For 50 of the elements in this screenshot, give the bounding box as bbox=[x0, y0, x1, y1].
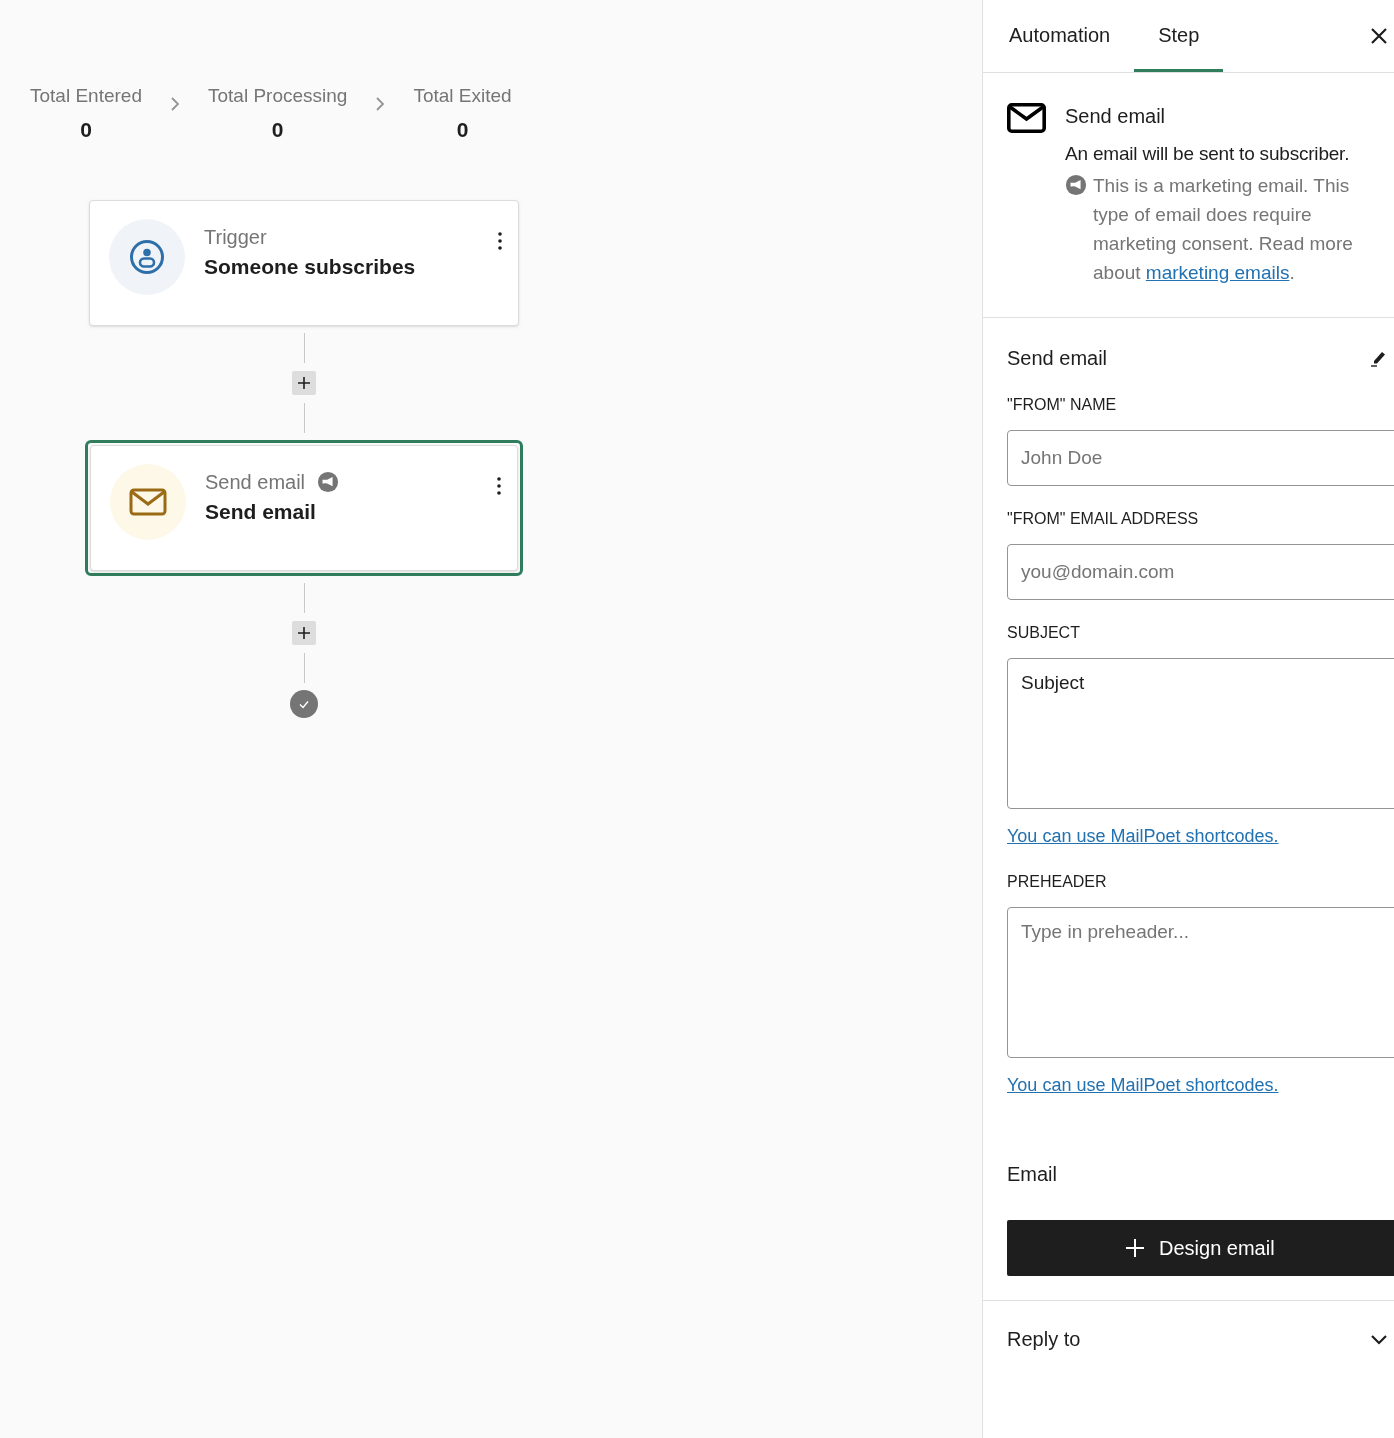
step-title: Someone subscribes bbox=[204, 254, 416, 280]
step-title: Send email bbox=[1065, 104, 1167, 129]
field-label: "FROM" EMAIL ADDRESS bbox=[1007, 509, 1200, 529]
chevron-down-icon bbox=[1370, 1333, 1388, 1345]
step-description: An email will be sent to subscriber. bbox=[1065, 142, 1351, 166]
design-email-button[interactable]: Design email bbox=[1007, 1220, 1394, 1276]
field-label: PREHEADER bbox=[1007, 872, 1108, 892]
plus-icon bbox=[297, 376, 311, 390]
plus-icon bbox=[1125, 1238, 1145, 1258]
stat-value: 0 bbox=[80, 117, 92, 143]
step-card[interactable]: Trigger Someone subscribes bbox=[89, 200, 519, 326]
text-input-field[interactable]: you@domain.com bbox=[1007, 544, 1394, 600]
email-label: Email bbox=[1007, 1162, 1058, 1187]
step-title: Send email bbox=[205, 499, 317, 525]
textarea-field[interactable]: Subject bbox=[1007, 658, 1394, 809]
shortcodes-link[interactable]: You can use MailPoet shortcodes. bbox=[1007, 1072, 1279, 1098]
text-input-field[interactable]: John Doe bbox=[1007, 430, 1394, 486]
step-card[interactable]: Send email Send email bbox=[85, 440, 523, 576]
end-check-icon bbox=[290, 690, 318, 718]
textarea-field[interactable]: Type in preheader... bbox=[1007, 907, 1394, 1058]
close-icon[interactable] bbox=[1371, 28, 1387, 44]
stat-label: Total Exited bbox=[413, 84, 512, 108]
plus-icon bbox=[297, 626, 311, 640]
field-label: SUBJECT bbox=[1007, 623, 1081, 643]
more-options-icon[interactable] bbox=[496, 476, 502, 496]
marketing-emails-link[interactable]: marketing emails bbox=[1145, 262, 1290, 283]
envelope-icon bbox=[1007, 103, 1046, 133]
step-type: Send email bbox=[205, 470, 306, 495]
pencil-icon[interactable] bbox=[1370, 349, 1386, 367]
stat-value: 0 bbox=[271, 117, 284, 143]
envelope-icon bbox=[129, 488, 167, 516]
section-title: Send email bbox=[1007, 346, 1108, 371]
chevron-right-icon bbox=[169, 96, 180, 112]
add-step-button[interactable] bbox=[292, 371, 316, 395]
panel-tab[interactable]: Step bbox=[1134, 0, 1224, 72]
collapsible-title: Reply to bbox=[1007, 1327, 1081, 1352]
step-type: Trigger bbox=[204, 225, 267, 250]
more-options-icon[interactable] bbox=[497, 231, 503, 251]
panel-tab[interactable]: Automation bbox=[985, 0, 1135, 72]
field-label: "FROM" NAME bbox=[1007, 395, 1118, 415]
marketing-notice: This is a marketing email. This type of email does require marketing consent. Read more about marketing emails. bbox=[1093, 174, 1354, 285]
add-step-button[interactable] bbox=[292, 621, 316, 645]
stat-label: Total Entered bbox=[30, 84, 142, 108]
megaphone-icon bbox=[1065, 174, 1087, 196]
stat-value: 0 bbox=[456, 117, 469, 143]
shortcodes-link[interactable]: You can use MailPoet shortcodes. bbox=[1007, 823, 1279, 849]
person-icon bbox=[129, 239, 165, 275]
stat-label: Total Processing bbox=[207, 84, 348, 108]
chevron-right-icon bbox=[375, 96, 386, 112]
collapsible-header[interactable]: Reply to bbox=[983, 1301, 1394, 1377]
